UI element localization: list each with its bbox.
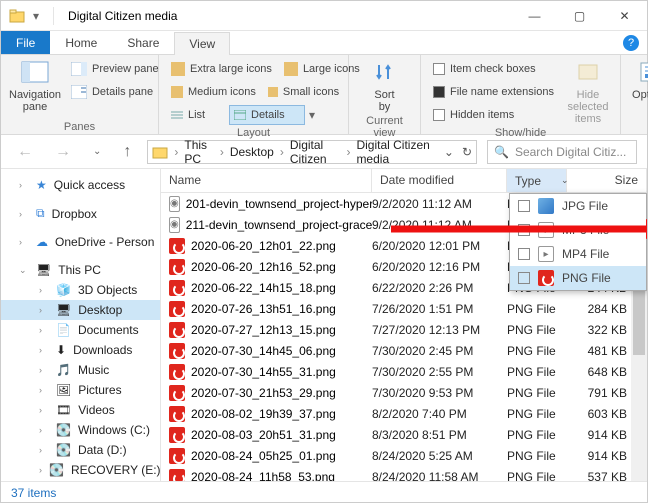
nav-this-pc[interactable]: ⌄🖥This PC xyxy=(1,260,160,280)
breadcrumb[interactable]: › This PC› Desktop› Digital Citizen› Dig… xyxy=(147,140,477,164)
col-type[interactable]: Type⌄ xyxy=(507,169,567,192)
table-row[interactable]: 2020-07-27_12h13_15.png7/27/2020 12:13 P… xyxy=(161,319,647,340)
audio-icon: ◉ xyxy=(169,217,180,233)
nav-e-drive[interactable]: ›💽RECOVERY (E:) xyxy=(1,460,160,480)
table-row[interactable]: 2020-07-26_13h51_16.png7/26/2020 1:51 PM… xyxy=(161,298,647,319)
addr-dropdown-icon[interactable]: ⌄ xyxy=(444,145,454,159)
filter-mp3[interactable]: ♪MP3 File xyxy=(510,218,646,242)
folder-icon xyxy=(152,144,168,160)
layout-overflow-icon[interactable]: ▾ xyxy=(309,108,315,122)
nav-dropbox[interactable]: ›⧉Dropbox xyxy=(1,203,160,224)
filter-jpg[interactable]: JPG File xyxy=(510,194,646,218)
png-icon xyxy=(169,280,185,296)
status-bar: 37 items xyxy=(1,481,647,503)
search-placeholder: Search Digital Citiz... xyxy=(515,145,626,159)
mp3-file-icon: ♪ xyxy=(538,222,554,238)
audio-icon: ◉ xyxy=(169,196,180,212)
help-icon[interactable]: ? xyxy=(623,35,639,51)
jpg-file-icon xyxy=(538,198,554,214)
search-icon: 🔍 xyxy=(494,145,509,159)
back-button[interactable]: ← xyxy=(11,143,39,161)
png-icon xyxy=(169,427,185,443)
close-button[interactable]: ✕ xyxy=(602,1,647,31)
nav-downloads[interactable]: ›⬇Downloads xyxy=(1,340,160,360)
options-button[interactable]: Options xyxy=(629,59,648,101)
png-icon xyxy=(169,259,185,275)
navigation-pane: ›★Quick access ›⧉Dropbox ›☁OneDrive - Pe… xyxy=(1,169,161,481)
group-label-showhide: Show/hide xyxy=(429,125,612,139)
png-icon xyxy=(169,406,185,422)
png-icon xyxy=(169,448,185,464)
table-row[interactable]: 2020-08-03_20h51_31.png8/3/2020 8:51 PMP… xyxy=(161,424,647,445)
col-name[interactable]: Name xyxy=(161,169,372,192)
nav-desktop[interactable]: ›🖥Desktop xyxy=(1,300,160,320)
navigation-pane-button[interactable]: Navigation pane xyxy=(9,59,61,113)
column-headers: Name Date modified Type⌄ Size JPG File ♪… xyxy=(161,169,647,193)
png-icon xyxy=(169,322,185,338)
table-row[interactable]: 2020-08-02_19h39_37.png8/2/2020 7:40 PMP… xyxy=(161,403,647,424)
ribbon-tabs: File Home Share View ? xyxy=(1,31,647,55)
group-label-currentview: Current view xyxy=(357,113,412,139)
minimize-button[interactable]: — xyxy=(512,1,557,31)
folder-icon xyxy=(9,8,25,24)
mp4-file-icon: ▸ xyxy=(538,246,554,262)
png-icon xyxy=(169,385,185,401)
item-check-boxes[interactable]: Item check boxes xyxy=(429,59,558,79)
up-button[interactable]: ↑ xyxy=(117,143,137,161)
nav-onedrive[interactable]: ›☁OneDrive - Person xyxy=(1,232,160,252)
table-row[interactable]: 2020-07-30_14h45_06.png7/30/2020 2:45 PM… xyxy=(161,340,647,361)
refresh-icon[interactable]: ↻ xyxy=(462,145,472,159)
qat-overflow-icon[interactable]: ▾ xyxy=(33,9,39,23)
col-date[interactable]: Date modified xyxy=(372,169,507,192)
file-list: Name Date modified Type⌄ Size JPG File ♪… xyxy=(161,169,647,481)
hidden-items[interactable]: Hidden items xyxy=(429,105,558,125)
titlebar: ▾ Digital Citizen media — ▢ ✕ xyxy=(1,1,647,31)
tab-file[interactable]: File xyxy=(1,31,50,54)
png-file-icon xyxy=(538,270,554,286)
layout-list[interactable]: List xyxy=(167,105,225,125)
png-icon xyxy=(169,343,185,359)
filter-png[interactable]: PNG File xyxy=(510,266,646,290)
png-icon xyxy=(169,364,185,380)
nav-quick-access[interactable]: ›★Quick access xyxy=(1,175,160,195)
col-size[interactable]: Size xyxy=(567,169,647,192)
tab-view[interactable]: View xyxy=(174,32,230,55)
search-input[interactable]: 🔍 Search Digital Citiz... xyxy=(487,140,637,164)
maximize-button[interactable]: ▢ xyxy=(557,1,602,31)
tab-home[interactable]: Home xyxy=(50,31,112,54)
nav-c-drive[interactable]: ›💽Windows (C:) xyxy=(1,420,160,440)
file-name-extensions[interactable]: File name extensions xyxy=(429,82,558,102)
preview-pane-button[interactable]: Preview pane xyxy=(67,59,163,79)
nav-d-drive[interactable]: ›💽Data (D:) xyxy=(1,440,160,460)
forward-button[interactable]: → xyxy=(49,143,77,161)
window-title: Digital Citizen media xyxy=(60,9,512,23)
nav-documents[interactable]: ›📄Documents xyxy=(1,320,160,340)
nav-pictures[interactable]: ›🖼Pictures xyxy=(1,380,160,400)
layout-extra-large[interactable]: Extra large icons xyxy=(167,59,276,79)
details-pane-button[interactable]: Details pane xyxy=(67,82,163,102)
nav-3d-objects[interactable]: ›🧊3D Objects xyxy=(1,280,160,300)
ribbon: Navigation pane Preview pane Details pan… xyxy=(1,55,647,135)
layout-details[interactable]: Details xyxy=(229,105,305,125)
recent-dropdown[interactable]: ⌄ xyxy=(87,146,107,157)
layout-medium[interactable]: Medium icons xyxy=(167,82,260,102)
nav-music[interactable]: ›🎵Music xyxy=(1,360,160,380)
type-filter-popup: JPG File ♪MP3 File ▸MP4 File PNG File xyxy=(509,193,647,291)
table-row[interactable]: 2020-08-24_11h58_53.png8/24/2020 11:58 A… xyxy=(161,466,647,481)
png-icon xyxy=(169,469,185,482)
png-icon xyxy=(169,301,185,317)
png-icon xyxy=(169,238,185,254)
filter-mp4[interactable]: ▸MP4 File xyxy=(510,242,646,266)
table-row[interactable]: 2020-07-30_14h55_31.png7/30/2020 2:55 PM… xyxy=(161,361,647,382)
address-bar: ← → ⌄ ↑ › This PC› Desktop› Digital Citi… xyxy=(1,135,647,169)
sort-by-button[interactable]: Sort by xyxy=(357,59,412,113)
tab-share[interactable]: Share xyxy=(112,31,174,54)
layout-small[interactable]: Small icons xyxy=(264,82,343,102)
group-label-panes: Panes xyxy=(9,119,150,133)
item-count: 37 items xyxy=(11,486,56,500)
nav-videos[interactable]: ›🎞Videos xyxy=(1,400,160,420)
table-row[interactable]: 2020-07-30_21h53_29.png7/30/2020 9:53 PM… xyxy=(161,382,647,403)
table-row[interactable]: 2020-08-24_05h25_01.png8/24/2020 5:25 AM… xyxy=(161,445,647,466)
hide-selected-button[interactable]: Hide selected items xyxy=(564,59,612,125)
